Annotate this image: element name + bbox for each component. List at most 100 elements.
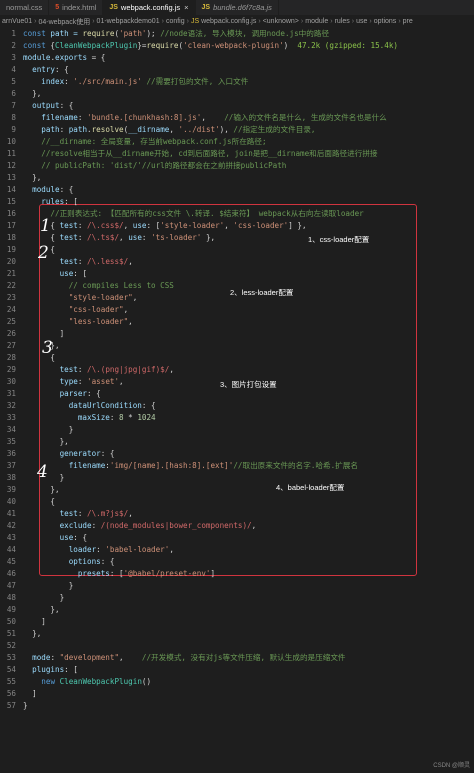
chevron-right-icon: ›	[258, 18, 261, 25]
code-line: 36 generator: {	[6, 449, 115, 458]
code-line: 31 parser: {	[6, 389, 101, 398]
code-line: 47 }	[6, 581, 74, 590]
chevron-right-icon: ›	[398, 18, 401, 25]
annotation-css-loader: 1、css-loader配置	[308, 235, 370, 244]
js-file-icon: JS	[190, 18, 200, 25]
code-line: 4 entry: {	[11, 65, 69, 74]
code-line: 26 ]	[6, 329, 65, 338]
breadcrumb-item[interactable]: module	[305, 18, 328, 25]
breadcrumb-item[interactable]: 01-webpackdemo01	[97, 18, 160, 25]
chevron-right-icon: ›	[369, 18, 372, 25]
code-line: 50 ]	[6, 617, 46, 626]
code-line: 56 ]	[6, 689, 37, 698]
code-line: 40 {	[6, 497, 56, 506]
breadcrumb-item[interactable]: pre	[403, 18, 413, 25]
code-line: 53 mode: "development", //开发模式, 没有对js等文件…	[6, 653, 346, 662]
tab-webpack-config-label: webpack.config.js	[120, 3, 181, 12]
code-line: 2 const {CleanWebpackPlugin}=require('cle…	[11, 41, 398, 50]
code-line: 9 path: path.resolve(__dirname, '../dist…	[11, 125, 316, 134]
code-line: 52	[6, 641, 16, 650]
code-line: 39 },	[6, 485, 60, 494]
annotation-babel-loader: 4、babel-loader配置	[276, 483, 345, 492]
breadcrumb-item[interactable]: rules	[335, 18, 350, 25]
code-line: 13 },	[6, 173, 42, 182]
code-line: 38 }	[6, 473, 65, 482]
tab-normal-css-label: normal.css	[6, 3, 43, 12]
code-editor[interactable]: 1 const path = require('path'); //node语法,…	[0, 28, 474, 773]
code-line: 54 plugins: [	[6, 665, 78, 674]
code-line: 49 },	[6, 605, 60, 614]
code-line: 5 index: './src/main.js' //需要打包的文件, 入口文件	[11, 77, 249, 86]
code-line: 32 dataUrlCondition: {	[6, 401, 156, 410]
code-line: 35 },	[6, 437, 69, 446]
breadcrumb-item[interactable]: 04-webpack使用	[38, 17, 90, 27]
code-line: 15 rules: [	[6, 197, 78, 206]
code-line: 12 // publicPath: 'dist/'//url的路径都会在之前拼接…	[6, 161, 287, 170]
code-line: 55 new CleanWebpackPlugin()	[6, 677, 152, 686]
code-line: 11 //resolve相当于从__dirname开始, cd到后面路径, jo…	[6, 149, 378, 158]
handwritten-number: 3	[42, 338, 53, 358]
code-line: 21 use: [	[6, 269, 88, 278]
code-line: 30 type: 'asset',	[6, 377, 124, 386]
editor-tab-bar: normal.css 5 index.html JS webpack.confi…	[0, 0, 474, 15]
code-line: 51 },	[6, 629, 42, 638]
chevron-right-icon: ›	[92, 18, 95, 25]
annotation-image-settings: 3、图片打包设置	[220, 380, 277, 389]
code-line: 23 "style-loader",	[6, 293, 138, 302]
breadcrumb-item[interactable]: <unknown>	[263, 18, 299, 25]
html-file-icon: 5	[55, 4, 60, 11]
chevron-right-icon: ›	[351, 18, 355, 25]
code-line: 20 test: /\.less$/,	[6, 257, 133, 266]
tab-normal-css[interactable]: normal.css	[0, 0, 50, 15]
code-line: 7 output: {	[11, 101, 74, 110]
code-line: 1 const path = require('path'); //node语法,…	[11, 29, 330, 38]
code-line: 44 loader: 'babel-loader',	[6, 545, 174, 554]
code-line: 24 "css-loader",	[6, 305, 129, 314]
code-line: 41 test: /\.m?js$/,	[6, 509, 133, 518]
code-line: 33 maxSize: 8 * 1024	[6, 413, 156, 422]
chevron-right-icon: ›	[161, 18, 164, 25]
tab-index-html[interactable]: 5 index.html	[49, 0, 104, 15]
code-line: 57}	[6, 701, 28, 710]
handwritten-number: 2	[38, 243, 49, 263]
code-line: 14 module: {	[6, 185, 74, 194]
code-line: 22 // compiles Less to CSS	[6, 281, 174, 290]
code-line: 6 },	[11, 89, 42, 98]
js-file-icon: JS	[201, 4, 211, 11]
code-line: 45 options: {	[6, 557, 115, 566]
breadcrumb-item[interactable]: options	[374, 18, 397, 25]
code-line: 10 //__dirname: 全局变量, 存当前webpack.conf.js…	[6, 137, 267, 146]
breadcrumb-item[interactable]: config	[166, 18, 185, 25]
code-line: 37 filename:'img/[name].[hash:8].[ext]'/…	[6, 461, 358, 470]
chevron-right-icon: ›	[186, 18, 189, 25]
code-line: 42 exclude: /(node_modules|bower_compone…	[6, 521, 257, 530]
code-line: 3 module.exports = {	[11, 53, 106, 62]
watermark: CSDN @顺灵	[433, 763, 470, 769]
chevron-right-icon: ›	[330, 18, 333, 25]
code-line: 46 presets: ['@babel/preset-env']	[6, 569, 216, 578]
code-line: 43 use: {	[6, 533, 88, 542]
breadcrumb-item[interactable]: arnVue01	[2, 18, 32, 25]
chevron-right-icon: ›	[300, 18, 304, 25]
tab-bundle-js-label: bundle.d6f7c8a.js	[213, 3, 272, 12]
code-line: 48 }	[6, 593, 65, 602]
tab-webpack-config[interactable]: JS webpack.config.js ×	[103, 0, 196, 15]
code-line: 16 //正则表达式: 【匹配所有的css文件 \.转译. $结束符】 webp…	[6, 209, 364, 218]
code-line: 8 filename: 'bundle.[chunkhash:8].js', /…	[11, 113, 387, 122]
code-line: 29 test: /\.(png|jpg|gif)$/,	[6, 365, 174, 374]
code-line: 18 { test: /\.ts$/, use: 'ts-loader' },	[6, 233, 216, 242]
import-cost-hint: 47.2k (gzipped: 15.4k)	[288, 41, 398, 50]
chevron-right-icon: ›	[34, 18, 37, 25]
close-icon[interactable]: ×	[184, 3, 188, 12]
breadcrumb: arnVue01 › 04-webpack使用 › 01-webpackdemo01…	[0, 15, 474, 28]
breadcrumb-item[interactable]: webpack.config.js	[201, 18, 256, 25]
breadcrumb-item[interactable]: use	[356, 18, 367, 25]
code-line: 25 "less-loader",	[6, 317, 133, 326]
code-line: 34 }	[6, 425, 74, 434]
js-file-icon: JS	[109, 4, 118, 11]
handwritten-number: 4	[37, 462, 48, 482]
handwritten-number: 1	[40, 216, 51, 236]
annotation-less-loader: 2、less-loader配置	[230, 288, 294, 297]
tab-bundle-js[interactable]: JS bundle.d6f7c8a.js	[196, 0, 279, 15]
tab-index-html-label: index.html	[62, 3, 97, 12]
